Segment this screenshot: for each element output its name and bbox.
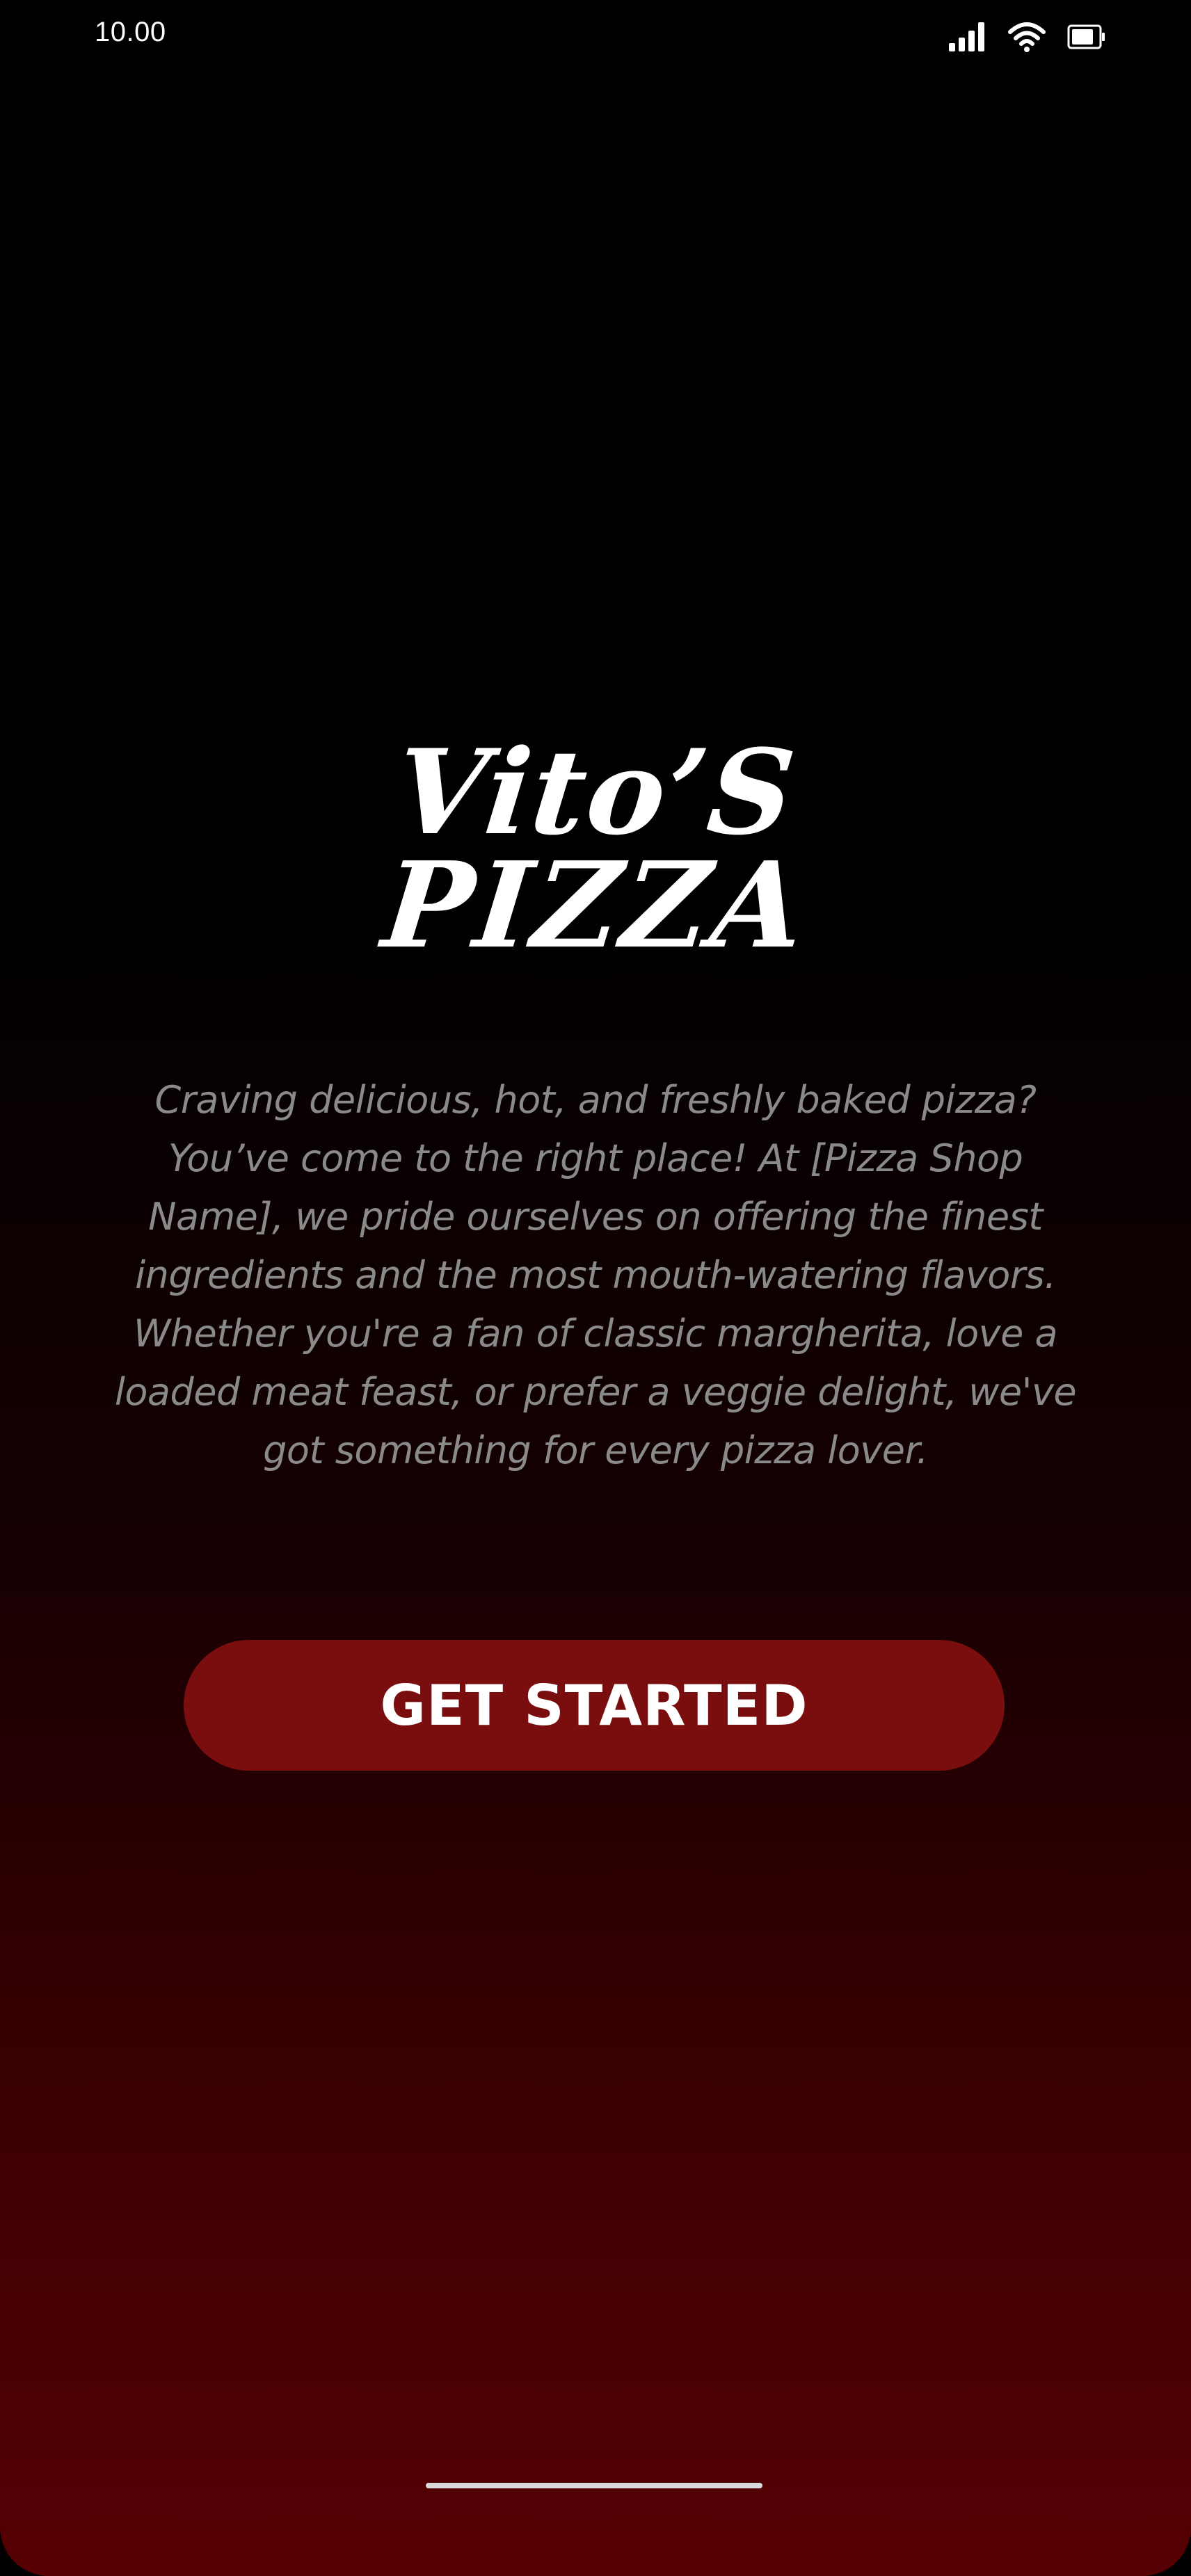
welcome-screen: 10.00 Vito’S PIZZA Craving delicious, ho… <box>0 0 1191 2576</box>
wifi-icon <box>1008 22 1046 52</box>
brand-logo: Vito’S PIZZA <box>0 723 1191 975</box>
home-indicator[interactable] <box>426 2483 762 2488</box>
status-time: 10.00 <box>95 17 166 47</box>
brand-name-line2: PIZZA <box>376 836 815 975</box>
status-bar: 10.00 <box>0 0 1191 70</box>
signal-icon <box>949 22 984 51</box>
brand-name-line1: Vito’S <box>389 723 802 861</box>
intro-description: Craving delicious, hot, and freshly bake… <box>114 1078 1077 1472</box>
status-icons <box>948 19 1106 54</box>
battery-icon <box>1067 24 1105 49</box>
get-started-button[interactable]: GET STARTED <box>184 1640 1005 1771</box>
